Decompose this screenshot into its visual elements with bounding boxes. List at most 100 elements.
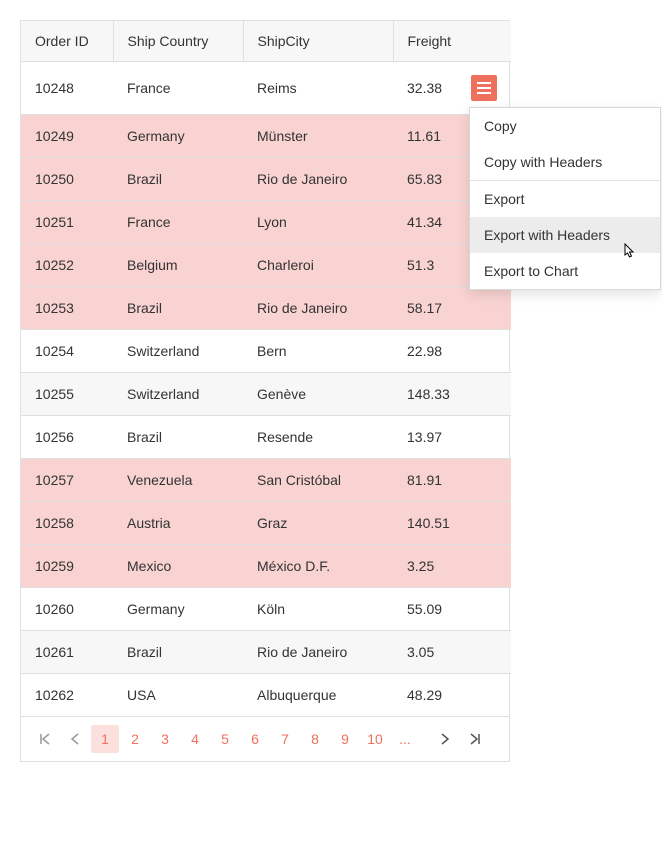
cell-freight: 55.09 xyxy=(393,588,511,631)
cell-ship-city: Graz xyxy=(243,502,393,545)
cell-order-id: 10260 xyxy=(21,588,113,631)
cell-ship-city: Köln xyxy=(243,588,393,631)
table-row[interactable]: 10257VenezuelaSan Cristóbal81.91 xyxy=(21,459,511,502)
cell-order-id: 10251 xyxy=(21,201,113,244)
cell-ship-city: Genève xyxy=(243,373,393,416)
pager-page[interactable]: 6 xyxy=(241,725,269,753)
table-row[interactable]: 10250BrazilRio de Janeiro65.83 xyxy=(21,158,511,201)
cell-ship-country: Venezuela xyxy=(113,459,243,502)
pager: 12345678910 ... xyxy=(21,716,509,761)
table-row[interactable]: 10255SwitzerlandGenève148.33 xyxy=(21,373,511,416)
pager-page[interactable]: 5 xyxy=(211,725,239,753)
cell-freight: 13.97 xyxy=(393,416,511,459)
pager-page[interactable]: 10 xyxy=(361,725,389,753)
cell-ship-city: Albuquerque xyxy=(243,674,393,717)
pager-page[interactable]: 8 xyxy=(301,725,329,753)
col-header-ship-country[interactable]: Ship Country xyxy=(113,21,243,62)
pager-page[interactable]: 2 xyxy=(121,725,149,753)
cell-order-id: 10257 xyxy=(21,459,113,502)
cell-order-id: 10252 xyxy=(21,244,113,287)
cell-ship-city: Lyon xyxy=(243,201,393,244)
cell-ship-city: Münster xyxy=(243,115,393,158)
cell-order-id: 10254 xyxy=(21,330,113,373)
table-row[interactable]: 10259MexicoMéxico D.F.3.25 xyxy=(21,545,511,588)
context-menu-item[interactable]: Export with Headers xyxy=(470,217,660,253)
context-menu-item[interactable]: Export to Chart xyxy=(470,253,660,289)
cell-freight: 148.33 xyxy=(393,373,511,416)
cell-ship-country: Brazil xyxy=(113,631,243,674)
cell-freight: 22.98 xyxy=(393,330,511,373)
pager-page[interactable]: 7 xyxy=(271,725,299,753)
cell-order-id: 10248 xyxy=(21,62,113,115)
freight-value: 32.38 xyxy=(407,80,442,96)
cell-ship-country: Brazil xyxy=(113,158,243,201)
cell-ship-country: Germany xyxy=(113,115,243,158)
cell-freight: 58.17 xyxy=(393,287,511,330)
pager-page[interactable]: 3 xyxy=(151,725,179,753)
cell-freight: 140.51 xyxy=(393,502,511,545)
cell-ship-city: Rio de Janeiro xyxy=(243,158,393,201)
cell-order-id: 10255 xyxy=(21,373,113,416)
cell-ship-country: France xyxy=(113,201,243,244)
context-menu-item[interactable]: Copy xyxy=(470,108,660,144)
orders-table: Order ID Ship Country ShipCity Freight 1… xyxy=(21,21,511,716)
table-row[interactable]: 10261BrazilRio de Janeiro3.05 xyxy=(21,631,511,674)
context-menu: CopyCopy with HeadersExportExport with H… xyxy=(469,107,661,290)
cell-order-id: 10262 xyxy=(21,674,113,717)
table-row[interactable]: 10262USAAlbuquerque48.29 xyxy=(21,674,511,717)
pager-page[interactable]: 4 xyxy=(181,725,209,753)
cell-freight: 3.05 xyxy=(393,631,511,674)
cell-freight: 81.91 xyxy=(393,459,511,502)
cell-ship-country: Switzerland xyxy=(113,330,243,373)
row-menu-icon[interactable] xyxy=(471,75,497,101)
cell-ship-city: Reims xyxy=(243,62,393,115)
col-header-freight[interactable]: Freight xyxy=(393,21,511,62)
cell-ship-country: USA xyxy=(113,674,243,717)
cell-ship-country: Austria xyxy=(113,502,243,545)
context-menu-item[interactable]: Export xyxy=(470,181,660,217)
cell-ship-city: México D.F. xyxy=(243,545,393,588)
cell-order-id: 10249 xyxy=(21,115,113,158)
cell-order-id: 10250 xyxy=(21,158,113,201)
pager-next-icon[interactable] xyxy=(431,725,459,753)
cell-order-id: 10256 xyxy=(21,416,113,459)
table-row[interactable]: 10260GermanyKöln55.09 xyxy=(21,588,511,631)
cell-ship-country: France xyxy=(113,62,243,115)
cell-ship-country: Mexico xyxy=(113,545,243,588)
cell-ship-country: Brazil xyxy=(113,416,243,459)
table-row[interactable]: 10256BrazilResende13.97 xyxy=(21,416,511,459)
col-header-order-id[interactable]: Order ID xyxy=(21,21,113,62)
cell-ship-city: Bern xyxy=(243,330,393,373)
col-header-ship-city[interactable]: ShipCity xyxy=(243,21,393,62)
table-row[interactable]: 10251FranceLyon41.34 xyxy=(21,201,511,244)
table-row[interactable]: 10248FranceReims 32.38 xyxy=(21,62,511,115)
table-row[interactable]: 10254SwitzerlandBern22.98 xyxy=(21,330,511,373)
cell-ship-city: San Cristóbal xyxy=(243,459,393,502)
cell-order-id: 10258 xyxy=(21,502,113,545)
cell-ship-country: Brazil xyxy=(113,287,243,330)
table-row[interactable]: 10253BrazilRio de Janeiro58.17 xyxy=(21,287,511,330)
pager-prev-icon[interactable] xyxy=(61,725,89,753)
cell-order-id: 10261 xyxy=(21,631,113,674)
cell-ship-country: Belgium xyxy=(113,244,243,287)
cell-ship-city: Resende xyxy=(243,416,393,459)
table-row[interactable]: 10258AustriaGraz140.51 xyxy=(21,502,511,545)
cell-ship-country: Germany xyxy=(113,588,243,631)
pager-page[interactable]: 9 xyxy=(331,725,359,753)
table-row[interactable]: 10249GermanyMünster11.61 xyxy=(21,115,511,158)
cell-order-id: 10253 xyxy=(21,287,113,330)
cell-order-id: 10259 xyxy=(21,545,113,588)
pager-first-icon[interactable] xyxy=(31,725,59,753)
header-row: Order ID Ship Country ShipCity Freight xyxy=(21,21,511,62)
context-menu-item[interactable]: Copy with Headers xyxy=(470,144,660,180)
cell-ship-city: Rio de Janeiro xyxy=(243,631,393,674)
cell-ship-country: Switzerland xyxy=(113,373,243,416)
pager-page[interactable]: 1 xyxy=(91,725,119,753)
table-row[interactable]: 10252BelgiumCharleroi51.3 xyxy=(21,244,511,287)
pager-last-icon[interactable] xyxy=(461,725,489,753)
data-grid: Order ID Ship Country ShipCity Freight 1… xyxy=(20,20,510,762)
pager-ellipsis[interactable]: ... xyxy=(391,725,419,753)
cell-ship-city: Charleroi xyxy=(243,244,393,287)
cell-freight: 3.25 xyxy=(393,545,511,588)
cell-freight: 48.29 xyxy=(393,674,511,717)
